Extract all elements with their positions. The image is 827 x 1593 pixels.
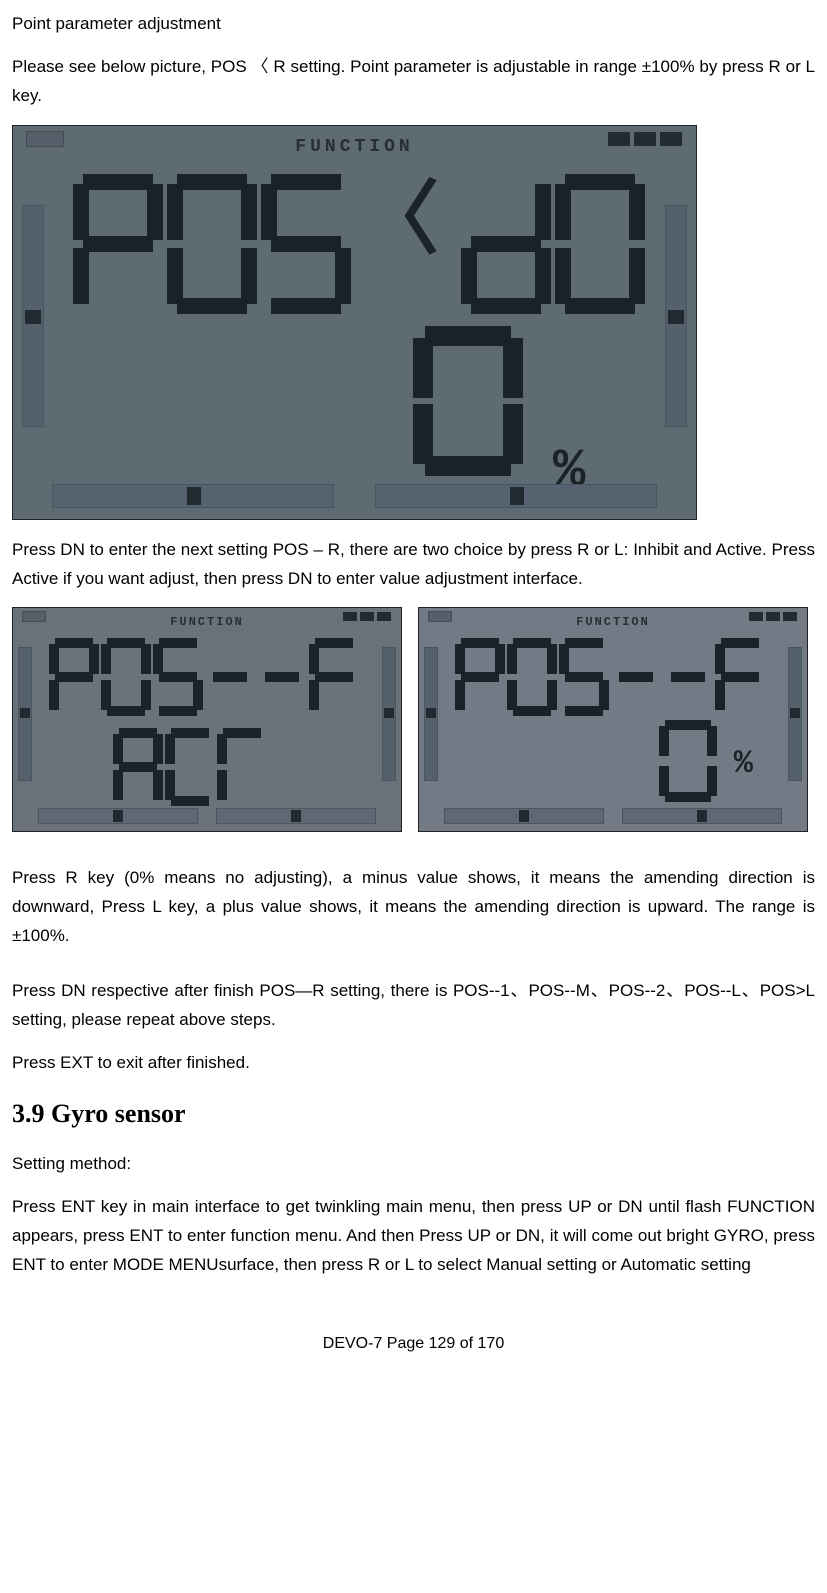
separator-icon: 〈 [359,186,439,266]
lcd-line1 [49,638,361,716]
lcd-panel-small-left: FUNCTION [12,607,402,832]
lcd-line2 [113,728,269,806]
gyro-paragraph: Press ENT key in main interface to get t… [12,1193,815,1280]
lcd-function-label: FUNCTION [295,132,413,163]
trim-bar-right [666,206,686,426]
trim-bar-bottom-right [376,485,656,507]
lcd-line1 [455,638,767,716]
lcd-line1-left [73,174,355,314]
lcd-panel-large: FUNCTION 〈 % [12,125,697,520]
trim-bar-bottom-left [53,485,333,507]
page-footer: DEVO-7 Page 129 of 170 [12,1330,815,1357]
intro-paragraph: Please see below picture, POS 〈 R settin… [12,53,815,111]
section-heading-gyro: 3.9 Gyro sensor [12,1092,815,1136]
direction-paragraph: Press R key (0% means no adjusting), a m… [12,864,815,951]
lcd-function-label: FUNCTION [576,612,650,632]
trim-bar-left [23,206,43,426]
lcd-line1-right [461,174,649,314]
section-title: Point parameter adjustment [12,10,815,39]
lcd-value-zero [413,326,527,486]
exit-paragraph: Press EXT to exit after finished. [12,1049,815,1078]
percent-icon: % [734,737,753,791]
repeat-paragraph: Press DN respective after finish POS—R s… [12,977,815,1035]
mid-paragraph: Press DN to enter the next setting POS –… [12,536,815,594]
lcd-function-label: FUNCTION [170,612,244,632]
setting-method-label: Setting method: [12,1150,815,1179]
lcd-panel-small-right: FUNCTION % [418,607,808,832]
lcd-value-zero [659,720,719,812]
